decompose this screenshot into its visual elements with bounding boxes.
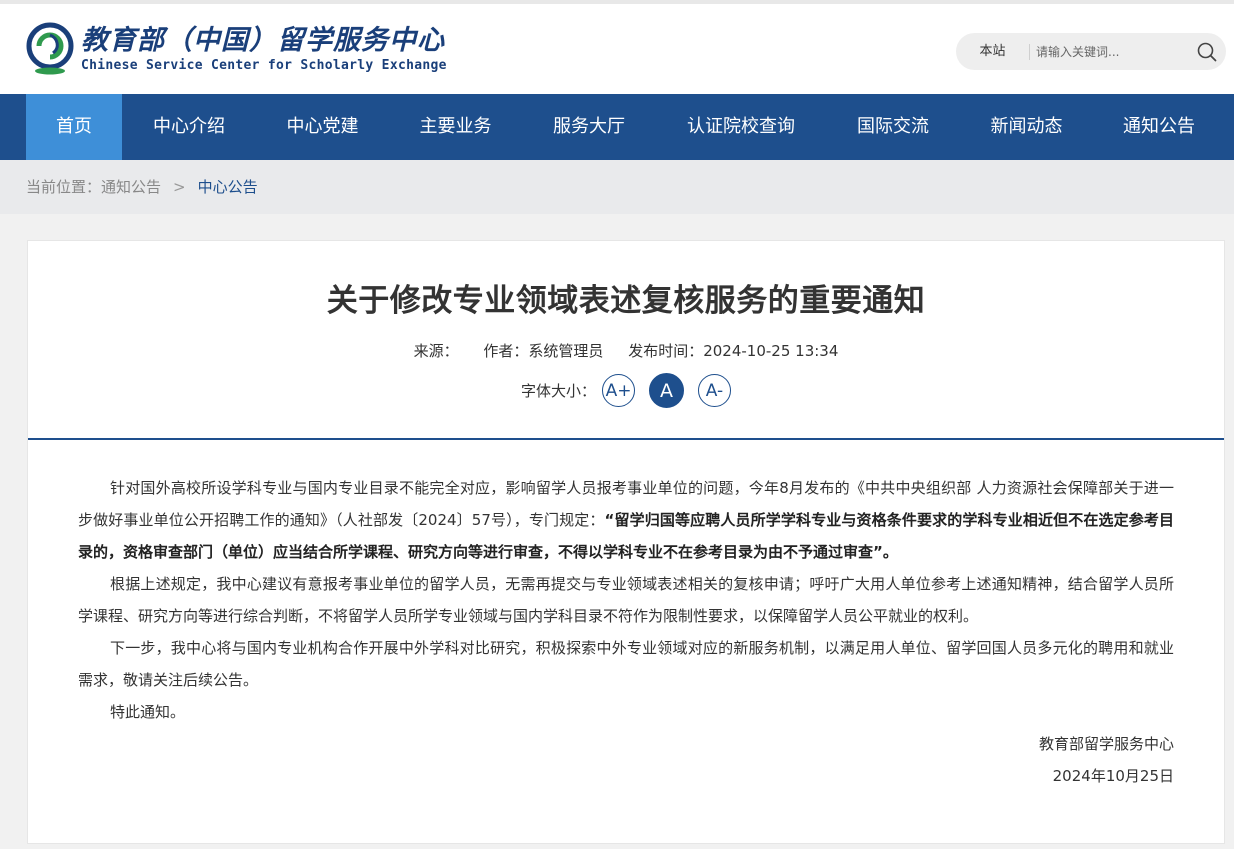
breadcrumb-current[interactable]: 中心公告 — [198, 178, 258, 196]
article-title: 关于修改专业领域表述复核服务的重要通知 — [326, 283, 926, 319]
font-normal-button[interactable]: A — [649, 373, 684, 408]
nav-item-certified-schools[interactable]: 认证院校查询 — [656, 94, 826, 160]
nav-item-news[interactable]: 新闻动态 — [960, 94, 1093, 160]
article-paragraph: 下一步，我中心将与国内专业机构合作开展中外学科对比研究，积极探索中外专业领域对应… — [78, 639, 1174, 689]
breadcrumb-separator-icon: > — [173, 178, 186, 196]
search-icon[interactable] — [1196, 41, 1218, 63]
nav-item-service-hall[interactable]: 服务大厅 — [522, 94, 656, 160]
site-logo[interactable]: 教育部（中国）留学服务中心 Chinese Service Center for… — [25, 22, 447, 75]
article-paragraph: 针对国外高校所设学科专业与国内专业目录不能完全对应，影响留学人员报考事业单位的问… — [78, 472, 1174, 568]
search-box: 本站 — [956, 33, 1226, 70]
main-nav: 首页 中心介绍 中心党建 主要业务 服务大厅 认证院校查询 国际交流 新闻动态 … — [0, 94, 1234, 160]
article-card: 关于修改专业领域表述复核服务的重要通知 来源： 作者：系统管理员 发布时间：20… — [27, 240, 1225, 844]
search-scope[interactable]: 本站 — [956, 43, 1030, 60]
article-publish-time: 发布时间：2024-10-25 13:34 — [628, 342, 839, 360]
site-title-en: Chinese Service Center for Scholarly Exc… — [81, 57, 447, 73]
article-author: 作者：系统管理员 — [483, 342, 604, 360]
article-paragraph: 特此通知。 — [110, 703, 186, 721]
site-title-cn: 教育部（中国）留学服务中心 — [81, 24, 445, 56]
breadcrumb-prefix: 当前位置： — [26, 178, 102, 196]
logo-emblem-icon — [25, 22, 75, 75]
font-size-label: 字体大小： — [520, 382, 596, 400]
article-meta: 来源： 作者：系统管理员 发布时间：2024-10-25 13:34 — [28, 340, 1224, 361]
nav-item-notices[interactable]: 通知公告 — [1093, 94, 1225, 160]
breadcrumb: 当前位置：通知公告 > 中心公告 — [0, 160, 1234, 214]
font-smaller-button[interactable]: A- — [698, 374, 731, 407]
nav-item-party[interactable]: 中心党建 — [256, 94, 389, 160]
font-larger-button[interactable]: A+ — [602, 374, 635, 407]
signature-date: 2024年10月25日 — [1052, 767, 1174, 785]
signature-org: 教育部留学服务中心 — [1038, 735, 1174, 753]
article-body: 针对国外高校所设学科专业与国内专业目录不能完全对应，影响留学人员报考事业单位的问… — [28, 440, 1224, 792]
nav-item-international[interactable]: 国际交流 — [826, 94, 960, 160]
article-source: 来源： — [413, 342, 459, 360]
header: 教育部（中国）留学服务中心 Chinese Service Center for… — [0, 4, 1234, 94]
nav-item-about[interactable]: 中心介绍 — [122, 94, 256, 160]
article-paragraph: 根据上述规定，我中心建议有意报考事业单位的留学人员，无需再提交与专业领域表述相关… — [78, 575, 1174, 625]
nav-item-business[interactable]: 主要业务 — [389, 94, 522, 160]
nav-item-home[interactable]: 首页 — [26, 94, 122, 160]
search-input[interactable] — [1036, 44, 1186, 59]
font-size-control: 字体大小： A+ A A- — [28, 373, 1224, 408]
breadcrumb-parent[interactable]: 通知公告 — [101, 178, 161, 196]
